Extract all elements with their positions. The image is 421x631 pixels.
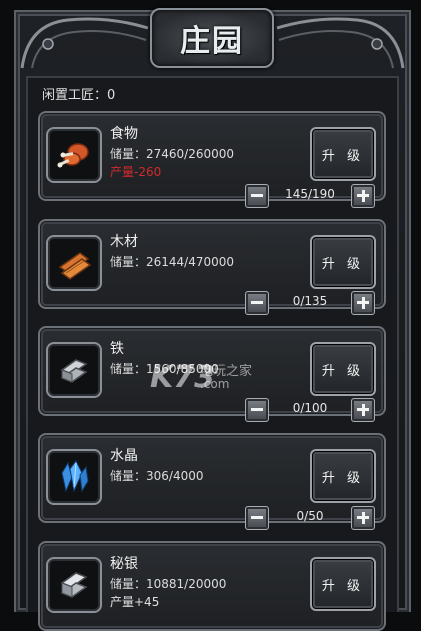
resource-name: 秘银 bbox=[110, 556, 138, 572]
upgrade-button-wood[interactable]: 升 级 bbox=[310, 235, 376, 289]
wood-plank-icon bbox=[46, 235, 102, 291]
page-title: 庄园 bbox=[180, 24, 244, 59]
worker-control-food: 145/190 bbox=[245, 184, 375, 208]
increase-workers-button[interactable] bbox=[351, 291, 375, 315]
idle-workers-label: 闲置工匠：0 bbox=[42, 88, 116, 103]
resource-stock: 储量：26144/470000 bbox=[110, 255, 235, 269]
upgrade-button-iron[interactable]: 升 级 bbox=[310, 342, 376, 396]
title-plate: 庄园 bbox=[150, 8, 274, 68]
decrease-workers-button[interactable] bbox=[245, 291, 269, 315]
worker-count: 145/190 bbox=[285, 187, 335, 201]
upgrade-button-crystal[interactable]: 升 级 bbox=[310, 449, 376, 503]
decrease-workers-button[interactable] bbox=[245, 506, 269, 530]
worker-count: 0/135 bbox=[292, 294, 328, 308]
upgrade-button-mithril[interactable]: 升 级 bbox=[310, 557, 376, 611]
resource-stock: 储量：10881/20000 bbox=[110, 577, 227, 591]
site-watermark: K73 电玩之家 .com bbox=[150, 360, 290, 396]
worker-control-crystal: 0/50 bbox=[245, 506, 375, 530]
worker-control-wood: 0/135 bbox=[245, 291, 375, 315]
resource-name: 水晶 bbox=[110, 448, 138, 464]
worker-count: 0/50 bbox=[296, 509, 324, 523]
iron-ingot-icon bbox=[46, 342, 102, 398]
frame-ornament-left bbox=[20, 17, 149, 69]
increase-workers-button[interactable] bbox=[351, 506, 375, 530]
frame-ornament-right bbox=[276, 17, 405, 69]
resource-name: 食物 bbox=[110, 126, 138, 142]
mithril-ingot-icon bbox=[46, 557, 102, 613]
resource-card-mithril: 秘银 储量：10881/20000 产量+45 升 级 bbox=[38, 541, 386, 631]
resource-stock: 储量：306/4000 bbox=[110, 469, 204, 483]
resource-stock: 储量：27460/260000 bbox=[110, 147, 235, 161]
watermark-line2: .com bbox=[200, 377, 230, 391]
increase-workers-button[interactable] bbox=[351, 398, 375, 422]
resource-output: 产量-260 bbox=[110, 165, 162, 179]
meat-icon bbox=[46, 127, 102, 183]
resource-name: 铁 bbox=[110, 341, 124, 357]
worker-count: 0/100 bbox=[292, 401, 328, 415]
decrease-workers-button[interactable] bbox=[245, 184, 269, 208]
resource-output: 产量+45 bbox=[110, 595, 160, 609]
worker-control-iron: 0/100 bbox=[245, 398, 375, 422]
crystal-icon bbox=[46, 449, 102, 505]
decrease-workers-button[interactable] bbox=[245, 398, 269, 422]
increase-workers-button[interactable] bbox=[351, 184, 375, 208]
resource-name: 木材 bbox=[110, 234, 138, 250]
upgrade-button-food[interactable]: 升 级 bbox=[310, 127, 376, 181]
